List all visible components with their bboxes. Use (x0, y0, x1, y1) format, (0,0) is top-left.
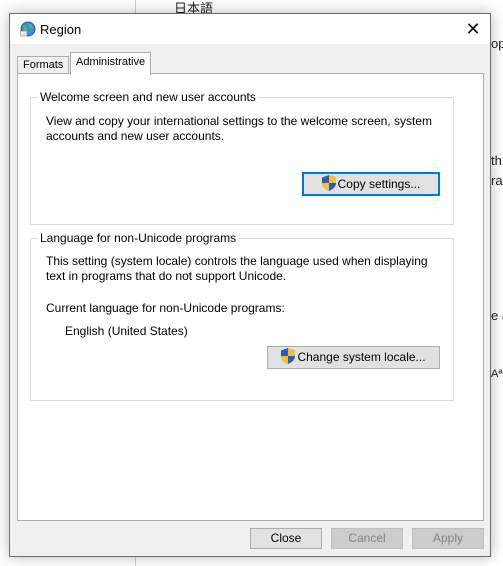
apply-button[interactable]: Apply (412, 528, 484, 549)
tab-formats[interactable]: Formats (17, 56, 70, 74)
cancel-button[interactable]: Cancel (331, 528, 403, 549)
background-text-fragment: e a (491, 308, 503, 323)
globe-icon (20, 21, 36, 37)
current-language-value: English (United States) (65, 324, 188, 338)
welcome-screen-group: Welcome screen and new user accounts Vie… (30, 90, 454, 225)
change-system-locale-button[interactable]: Change system locale... (267, 346, 440, 369)
background-text-fragment: op (491, 36, 503, 51)
change-system-locale-label: Change system locale... (297, 350, 426, 364)
copy-settings-button[interactable]: Copy settings... (302, 172, 440, 196)
administrative-panel: Welcome screen and new user accounts Vie… (17, 73, 484, 521)
tab-administrative[interactable]: Administrative (70, 52, 152, 75)
group-description: text in programs that do not support Uni… (46, 269, 287, 283)
background-text-fragment: rag (491, 173, 503, 188)
group-title: Language for non-Unicode programs (38, 231, 239, 245)
group-description: View and copy your international setting… (46, 114, 432, 128)
group-description: accounts and new user accounts. (46, 129, 225, 143)
close-button[interactable]: Close (250, 528, 322, 549)
background-text-fragment: Aª (491, 368, 503, 380)
group-title: Welcome screen and new user accounts (38, 90, 258, 104)
current-language-label: Current language for non-Unicode program… (46, 301, 285, 315)
close-icon[interactable]: ✕ (456, 14, 490, 44)
background-text-fragment: th (491, 153, 502, 168)
title-bar[interactable]: Region ✕ (10, 14, 490, 44)
group-description: This setting (system locale) controls th… (46, 254, 428, 268)
copy-settings-label: Copy settings... (337, 177, 421, 191)
non-unicode-language-group: Language for non-Unicode programs This s… (30, 231, 454, 401)
uac-shield-icon (321, 175, 336, 191)
uac-shield-icon (281, 348, 296, 364)
dialog-title: Region (40, 22, 82, 37)
region-dialog: Region ✕ Formats Administrative Welcome … (9, 13, 491, 557)
